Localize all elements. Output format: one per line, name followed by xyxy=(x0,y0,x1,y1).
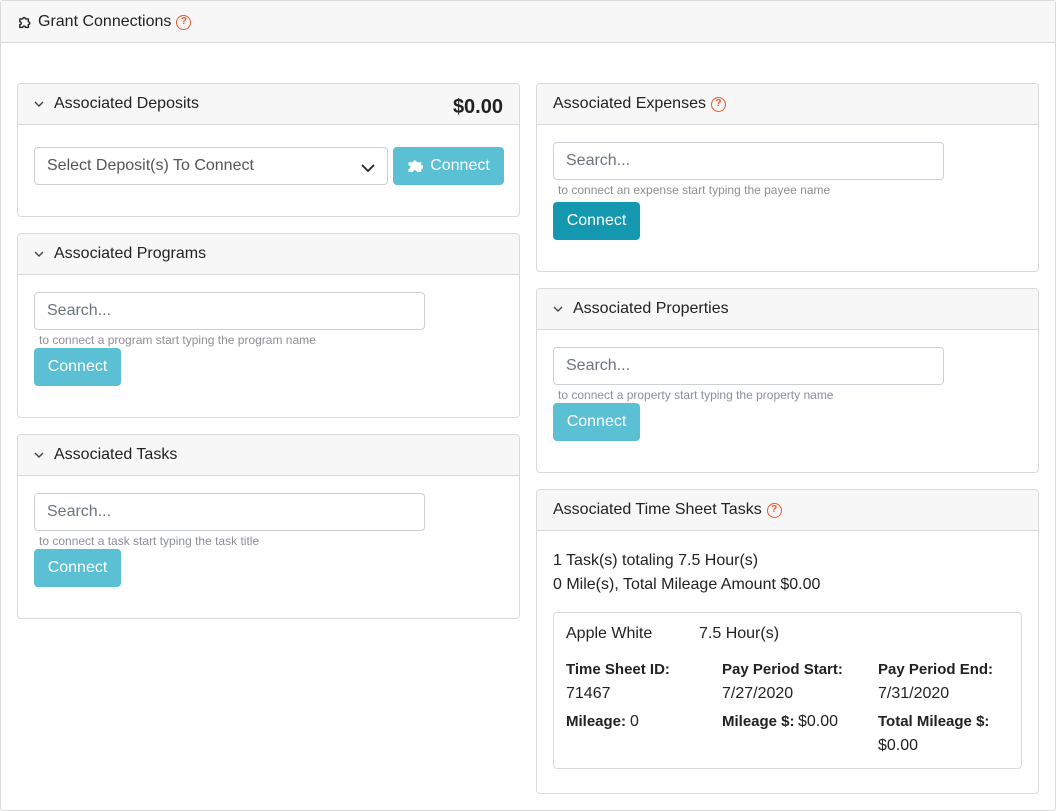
chevron-down-icon xyxy=(361,164,375,173)
properties-card: Associated Properties Search... to conne… xyxy=(536,288,1039,473)
puzzle-piece-icon xyxy=(19,16,31,28)
deposits-amount: $0.00 xyxy=(452,96,503,118)
programs-connect-label: Connect xyxy=(47,358,108,375)
expenses-connect-button[interactable]: Connect xyxy=(553,202,640,240)
properties-search-input[interactable]: Search... xyxy=(553,347,944,385)
entry-name: Apple White xyxy=(566,625,653,642)
chevron-down-icon[interactable] xyxy=(34,99,44,109)
deposits-connect-label: Connect xyxy=(430,157,490,174)
help-icon[interactable]: ? xyxy=(710,96,726,112)
deposits-connect-button[interactable]: Connect xyxy=(393,147,504,185)
panel-header: Grant Connections ? xyxy=(1,1,1055,43)
timesheet-summary-tasks: 1 Task(s) totaling 7.5 Hour(s) xyxy=(553,552,759,569)
timesheet-entry: Apple White 7.5 Hour(s) Time Sheet ID: 7… xyxy=(553,612,1022,769)
expenses-connect-label: Connect xyxy=(566,212,627,229)
programs-search-placeholder: Search... xyxy=(47,302,112,319)
expenses-card: Associated Expenses ? Search... to conne… xyxy=(536,83,1039,272)
mileage-value: 0 xyxy=(630,713,639,730)
pay-period-end-label: Pay Period End: xyxy=(878,661,994,678)
programs-connect-button[interactable]: Connect xyxy=(34,348,121,386)
programs-card-header[interactable]: Associated Programs xyxy=(18,234,519,275)
expenses-search-input[interactable]: Search... xyxy=(553,142,944,180)
deposit-select[interactable]: Select Deposit(s) To Connect xyxy=(34,147,388,185)
expenses-search-placeholder: Search... xyxy=(566,152,631,169)
entry-hours: 7.5 Hour(s) xyxy=(699,625,780,642)
tasks-connect-label: Connect xyxy=(47,559,108,576)
tasks-search-input[interactable]: Search... xyxy=(34,493,425,531)
properties-connect-label: Connect xyxy=(566,413,627,430)
timesheet-id-value: 71467 xyxy=(566,685,611,702)
expenses-hint: to connect an expense start typing the p… xyxy=(558,183,831,197)
timesheet-card: Associated Time Sheet Tasks ? 1 Task(s) … xyxy=(536,489,1039,794)
total-mileage-label: Total Mileage $: xyxy=(878,713,990,730)
help-icon[interactable]: ? xyxy=(766,502,782,518)
properties-card-header[interactable]: Associated Properties xyxy=(537,289,1038,330)
help-icon[interactable]: ? xyxy=(176,14,192,30)
mileage-amount-label: Mileage $: xyxy=(722,713,795,730)
pay-period-end-value: 7/31/2020 xyxy=(878,685,950,702)
programs-title: Associated Programs xyxy=(54,245,207,262)
tasks-card-header[interactable]: Associated Tasks xyxy=(18,435,519,476)
tasks-connect-button[interactable]: Connect xyxy=(34,549,121,587)
pay-period-start-value: 7/27/2020 xyxy=(722,685,794,702)
mileage-amount-value: $0.00 xyxy=(798,713,839,730)
panel-title: Grant Connections ? xyxy=(17,13,192,31)
timesheet-title: Associated Time Sheet Tasks xyxy=(553,501,762,518)
expenses-card-header: Associated Expenses ? xyxy=(537,84,1038,125)
timesheet-id-label: Time Sheet ID: xyxy=(566,661,670,678)
total-mileage-value: $0.00 xyxy=(878,737,919,754)
deposit-select-value: Select Deposit(s) To Connect xyxy=(47,157,254,174)
tasks-hint: to connect a task start typing the task … xyxy=(39,534,260,548)
programs-search-input[interactable]: Search... xyxy=(34,292,425,330)
puzzle-piece-icon xyxy=(408,160,424,172)
mileage-label: Mileage: xyxy=(566,713,627,730)
expenses-title: Associated Expenses xyxy=(553,95,706,112)
properties-hint: to connect a property start typing the p… xyxy=(558,388,834,402)
grant-connections-panel: Grant Connections ? Associated Deposits … xyxy=(0,0,1056,811)
timesheet-card-header: Associated Time Sheet Tasks ? xyxy=(537,490,1038,531)
tasks-search-placeholder: Search... xyxy=(47,503,112,520)
deposits-card: Associated Deposits $0.00 Select Deposit… xyxy=(17,83,520,217)
programs-hint: to connect a program start typing the pr… xyxy=(39,333,316,347)
properties-search-placeholder: Search... xyxy=(566,357,631,374)
programs-card: Associated Programs Search... to connect… xyxy=(17,233,520,418)
timesheet-summary-mileage: 0 Mile(s), Total Mileage Amount $0.00 xyxy=(553,576,821,593)
deposits-title: Associated Deposits xyxy=(54,95,199,112)
chevron-down-icon[interactable] xyxy=(34,450,44,460)
tasks-card: Associated Tasks Search... to connect a … xyxy=(17,434,520,619)
chevron-down-icon[interactable] xyxy=(553,304,563,314)
tasks-title: Associated Tasks xyxy=(54,446,178,463)
pay-period-start-label: Pay Period Start: xyxy=(722,661,843,678)
deposits-card-header[interactable]: Associated Deposits xyxy=(18,84,519,125)
properties-title: Associated Properties xyxy=(573,300,729,317)
properties-connect-button[interactable]: Connect xyxy=(553,403,640,441)
chevron-down-icon[interactable] xyxy=(34,249,44,259)
panel-title-text: Grant Connections xyxy=(38,13,172,30)
